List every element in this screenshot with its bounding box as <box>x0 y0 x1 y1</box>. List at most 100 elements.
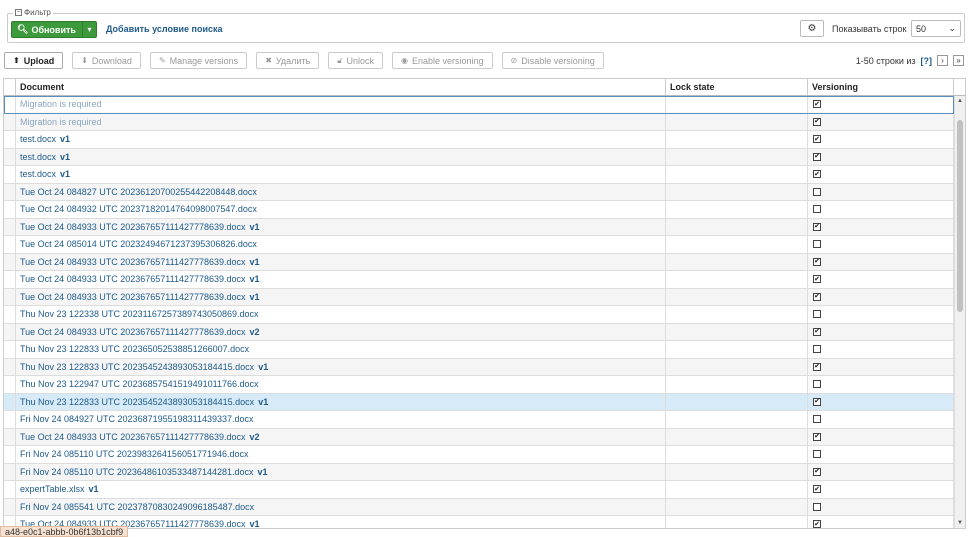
version-link[interactable]: v1 <box>250 519 260 528</box>
table-row[interactable]: expertTable.xlsx v1 ✔ <box>4 481 954 499</box>
document-link[interactable]: Thu Nov 23 122947 UTC 202368575415194910… <box>20 379 259 389</box>
document-link[interactable]: Tue Oct 24 084933 UTC 202367657111427778… <box>20 257 246 267</box>
collapse-icon[interactable]: − <box>15 9 22 16</box>
table-row[interactable]: Thu Nov 23 122833 UTC 202354524389305318… <box>4 358 954 376</box>
version-link[interactable]: v1 <box>258 467 268 477</box>
row-selector[interactable] <box>4 446 16 463</box>
version-link[interactable]: v1 <box>60 152 70 162</box>
table-row[interactable]: test.docx v1 ✔ <box>4 148 954 166</box>
table-row[interactable]: Fri Nov 24 085541 UTC 202378708302490961… <box>4 498 954 516</box>
row-selector[interactable] <box>4 376 16 393</box>
document-link[interactable]: test.docx <box>20 152 56 162</box>
next-page-button[interactable]: › <box>937 55 948 66</box>
document-link[interactable]: expertTable.xlsx <box>20 484 85 494</box>
table-row[interactable]: test.docx v1 ✔ <box>4 131 954 149</box>
document-link[interactable]: Tue Oct 24 084933 UTC 202367657111427778… <box>20 432 246 442</box>
table-row[interactable]: Thu Nov 23 122833 UTC 202365052538851266… <box>4 341 954 359</box>
document-link[interactable]: Thu Nov 23 122338 UTC 202311672573897430… <box>20 309 259 319</box>
document-link[interactable]: Tue Oct 24 084827 UTC 202361207002554422… <box>20 187 257 197</box>
version-link[interactable]: v1 <box>250 257 260 267</box>
row-selector[interactable] <box>4 463 16 480</box>
row-selector[interactable] <box>4 428 16 445</box>
upload-button[interactable]: ⬆ Upload <box>4 52 64 69</box>
row-selector[interactable] <box>4 271 16 288</box>
document-link[interactable]: Fri Nov 24 085110 UTC 202364861035334871… <box>20 467 254 477</box>
document-link[interactable]: Tue Oct 24 084932 UTC 202371820147640980… <box>20 204 257 214</box>
row-selector[interactable] <box>4 323 16 340</box>
last-page-button[interactable]: » <box>953 55 964 66</box>
row-selector[interactable] <box>4 166 16 183</box>
row-selector[interactable] <box>4 358 16 375</box>
document-link[interactable]: Tue Oct 24 084933 UTC 202367657111427778… <box>20 274 246 284</box>
table-row[interactable]: Tue Oct 24 084933 UTC 202367657111427778… <box>4 516 954 528</box>
enable-versioning-button[interactable]: ◉ Enable versioning <box>391 52 493 69</box>
version-link[interactable]: v2 <box>250 327 260 337</box>
filter-legend[interactable]: − Фильтр <box>13 8 53 17</box>
manage-versions-button[interactable]: ✎ Manage versions <box>149 52 248 69</box>
row-selector[interactable] <box>4 218 16 235</box>
row-selector[interactable] <box>4 481 16 498</box>
version-link[interactable]: v1 <box>250 274 260 284</box>
table-row[interactable]: Tue Oct 24 084933 UTC 202367657111427778… <box>4 271 954 289</box>
table-row[interactable]: Tue Oct 24 084933 UTC 202367657111427778… <box>4 218 954 236</box>
document-link[interactable]: Tue Oct 24 084933 UTC 202367657111427778… <box>20 292 246 302</box>
table-row[interactable]: Migration is required ✔ <box>4 96 954 114</box>
document-link[interactable]: Tue Oct 24 084933 UTC 202367657111427778… <box>20 222 246 232</box>
row-selector[interactable] <box>4 306 16 323</box>
document-link[interactable]: Fri Nov 24 084927 UTC 202368719551983114… <box>20 414 254 424</box>
rows-per-page-select[interactable]: 50 ⌄ <box>911 20 961 37</box>
table-row[interactable]: Thu Nov 23 122833 UTC 202354524389305318… <box>4 393 954 411</box>
disable-versioning-button[interactable]: ⊘ Disable versioning <box>501 52 604 69</box>
row-selector[interactable] <box>4 393 16 410</box>
row-selector[interactable] <box>4 183 16 200</box>
table-row[interactable]: Thu Nov 23 122338 UTC 202311672573897430… <box>4 306 954 324</box>
column-header-document[interactable]: Document <box>16 79 666 95</box>
row-selector[interactable] <box>4 341 16 358</box>
document-link[interactable]: test.docx <box>20 169 56 179</box>
document-link[interactable]: Tue Oct 24 084933 UTC 202367657111427778… <box>20 327 246 337</box>
table-row[interactable]: Tue Oct 24 084827 UTC 202361207002554422… <box>4 183 954 201</box>
refresh-button[interactable]: 🔍︎ Обновить ▾ <box>11 21 97 38</box>
column-header-versioning[interactable]: Versioning <box>808 79 954 95</box>
table-row[interactable]: Tue Oct 24 085014 UTC 202324946712373953… <box>4 236 954 254</box>
document-link[interactable]: Fri Nov 24 085110 UTC 202398326415605177… <box>20 449 249 459</box>
version-link[interactable]: v1 <box>60 169 70 179</box>
version-link[interactable]: v1 <box>250 292 260 302</box>
delete-button[interactable]: ✖ Удалить <box>256 52 320 69</box>
document-link[interactable]: test.docx <box>20 134 56 144</box>
table-row[interactable]: Thu Nov 23 122947 UTC 202368575415194910… <box>4 376 954 394</box>
version-link[interactable]: v1 <box>258 362 268 372</box>
add-search-condition-link[interactable]: Добавить условие поиска <box>106 24 223 34</box>
table-row[interactable]: Tue Oct 24 084932 UTC 202371820147640980… <box>4 201 954 219</box>
document-link[interactable]: Thu Nov 23 122833 UTC 202354524389305318… <box>20 362 254 372</box>
row-selector[interactable] <box>4 288 16 305</box>
table-row[interactable]: Tue Oct 24 084933 UTC 202367657111427778… <box>4 428 954 446</box>
table-row[interactable]: Fri Nov 24 085110 UTC 202364861035334871… <box>4 463 954 481</box>
row-selector[interactable] <box>4 96 16 113</box>
table-row[interactable]: Tue Oct 24 084933 UTC 202367657111427778… <box>4 288 954 306</box>
version-link[interactable]: v1 <box>250 222 260 232</box>
document-link[interactable]: Migration is required <box>20 99 102 109</box>
document-link[interactable]: Thu Nov 23 122833 UTC 202354524389305318… <box>20 397 254 407</box>
row-selector[interactable] <box>4 411 16 428</box>
row-selector[interactable] <box>4 148 16 165</box>
table-row[interactable]: Fri Nov 24 085110 UTC 202398326415605177… <box>4 446 954 464</box>
vertical-scrollbar[interactable]: ▲ ▼ <box>954 96 965 528</box>
chevron-down-icon[interactable]: ▾ <box>82 22 96 37</box>
scrollbar-thumb[interactable] <box>957 120 963 312</box>
download-button[interactable]: ⬇ Download <box>72 52 141 69</box>
version-link[interactable]: v2 <box>250 432 260 442</box>
version-link[interactable]: v1 <box>258 397 268 407</box>
document-link[interactable]: Tue Oct 24 085014 UTC 202324946712373953… <box>20 239 257 249</box>
table-row[interactable]: Tue Oct 24 084933 UTC 202367657111427778… <box>4 253 954 271</box>
row-selector-header[interactable] <box>4 79 16 95</box>
table-row[interactable]: Tue Oct 24 084933 UTC 202367657111427778… <box>4 323 954 341</box>
table-row[interactable]: Migration is required ✔ <box>4 113 954 131</box>
table-row[interactable]: test.docx v1 ✔ <box>4 166 954 184</box>
version-link[interactable]: v1 <box>89 484 99 494</box>
document-link[interactable]: Migration is required <box>20 117 102 127</box>
scroll-up-icon[interactable]: ▲ <box>955 96 965 106</box>
scroll-down-icon[interactable]: ▼ <box>955 518 965 528</box>
row-selector[interactable] <box>4 498 16 515</box>
row-selector[interactable] <box>4 201 16 218</box>
